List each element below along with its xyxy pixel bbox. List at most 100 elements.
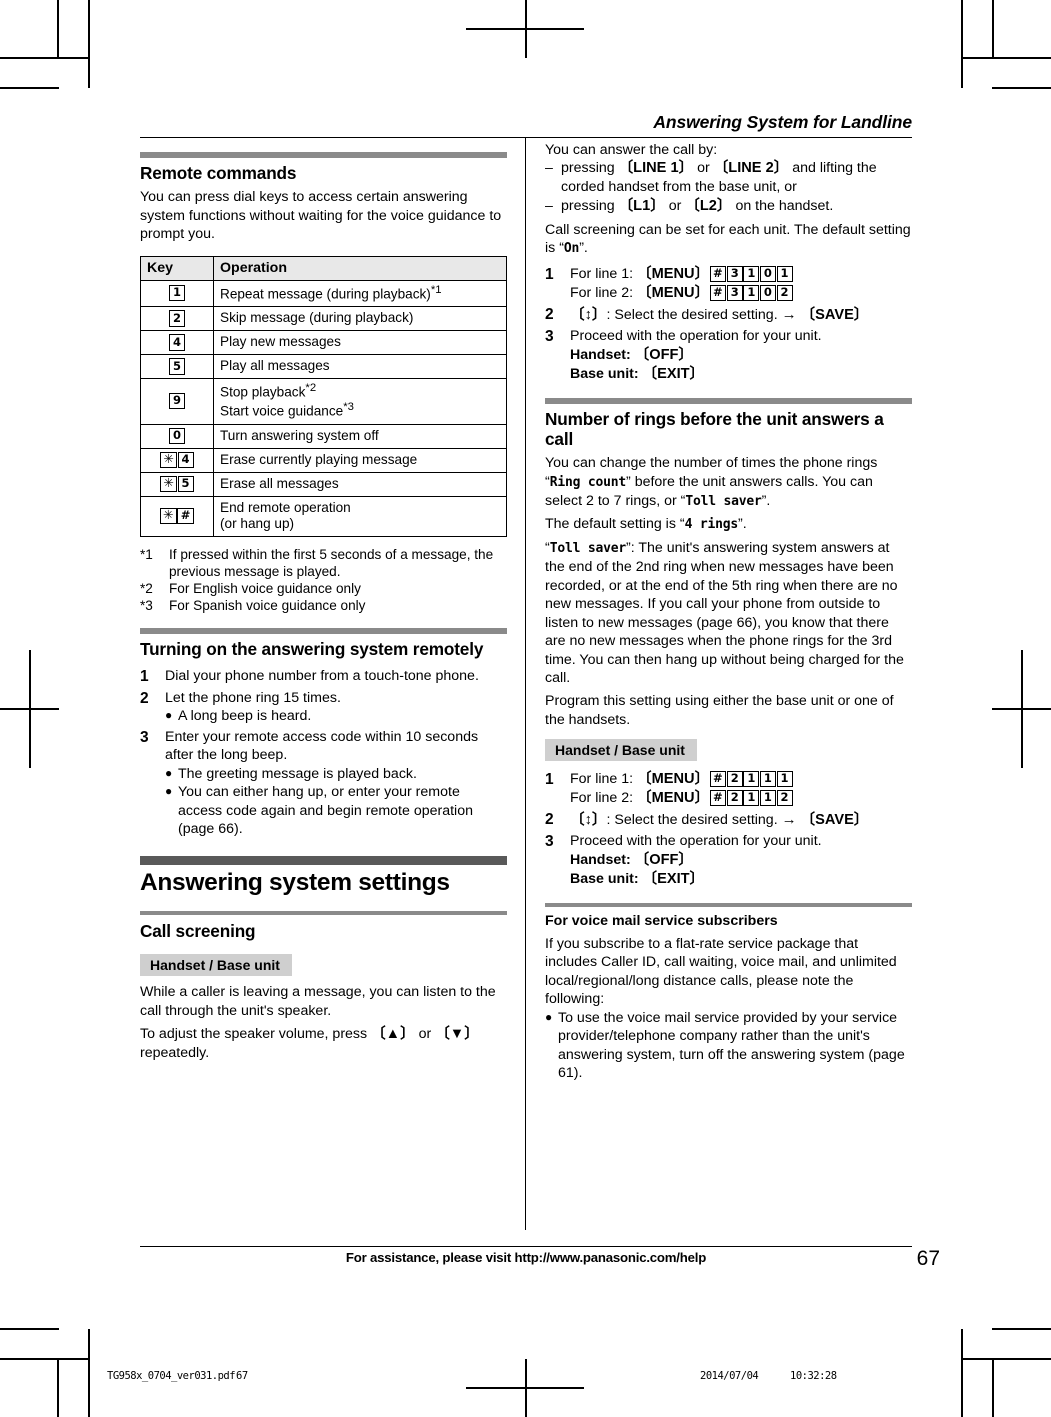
table-cell-operation: Erase currently playing message: [213, 447, 507, 473]
table-cell-key: 4: [140, 330, 214, 356]
keybox-0: 0: [759, 265, 776, 283]
table-row: ✳ # End remote operation (or hang up): [140, 495, 507, 537]
keybox-hash: #: [177, 507, 194, 525]
navigator-key-label: 〔↕〕: [570, 812, 607, 829]
bullet-text: The greeting message is played back.: [178, 765, 417, 782]
keybox-5: 5: [177, 475, 194, 493]
table-cell-key: 2: [140, 306, 214, 332]
table-header-row: Key Operation: [140, 255, 507, 281]
table-row: 1 Repeat message (during playback)*1: [140, 279, 507, 308]
turning-on-remotely-steps: 1 Dial your phone number from a touch-ton…: [140, 667, 507, 839]
table-row: ✳ 5 Erase all messages: [140, 471, 507, 497]
toll-saver-description: : The unit's answering system answers at…: [545, 540, 904, 686]
step-number: 2: [545, 306, 554, 324]
keybox-4: 4: [169, 334, 185, 351]
keybox-9: 9: [169, 392, 185, 410]
keybox-2: 2: [776, 284, 793, 302]
toll-saver-value: Toll saver: [685, 493, 762, 509]
table-cell-operation: End remote operation (or hang up): [213, 495, 507, 537]
footnote-mark: *1: [140, 546, 153, 562]
footnote-text: For English voice guidance only: [169, 581, 361, 597]
keybox-2: 2: [726, 789, 743, 807]
crop-mark-top-left-h2: [0, 87, 59, 89]
keybox-1: 1: [743, 789, 760, 807]
left-column: Remote commands You can press dial keys …: [140, 138, 525, 1230]
keybox-0: 0: [169, 427, 185, 445]
heading-voice-mail: For voice mail service subscribers: [545, 912, 778, 929]
footnote-list: *1 If pressed within the first 5 seconds …: [140, 546, 507, 615]
bullet-dot-icon: ●: [165, 765, 173, 780]
navigator-key-label: 〔↕〕: [570, 307, 607, 324]
two-column-layout: Remote commands You can press dial keys …: [140, 138, 912, 1230]
keybox-1: 1: [743, 265, 760, 283]
keybox-5: 5: [169, 358, 185, 375]
crop-mark-bottom-left-h: [0, 1358, 90, 1360]
column-header-key: Key: [140, 255, 214, 281]
numbered-step: 1 For line 1: 〔MENU〕 #3 1 0 1 For line 2: 〔MEN…: [545, 265, 912, 303]
step-number: 2: [140, 689, 149, 707]
crop-mark-bottom-right-h2: [992, 1328, 1051, 1330]
keybox-star: ✳: [160, 475, 177, 492]
keybox-1: 1: [759, 770, 776, 788]
crop-mark-bottom-right-v: [992, 1359, 994, 1417]
call-screening-para2-mid: or: [414, 1026, 436, 1043]
device-key-label: 〔LINE 2〕: [713, 160, 789, 177]
crop-mark-top-right-h2: [992, 87, 1051, 89]
off-key-label: 〔OFF〕: [634, 346, 694, 363]
unit-tag-ring-count: Handset / Base unit: [545, 739, 697, 762]
footnote-mark: *3: [140, 598, 153, 614]
ring-count-p2a: The default setting is: [545, 516, 680, 533]
heading-remote-commands: Remote commands: [140, 163, 297, 183]
right-column: You can answer the call by: – pressing 〔L…: [525, 138, 912, 1230]
section-bar-turning-on-remotely: [140, 628, 507, 635]
device-key-label: 〔L2〕: [685, 197, 732, 214]
keybox-hash: #: [709, 770, 727, 788]
step-bullet: ● You can either hang up, or enter your r…: [165, 783, 507, 838]
keybox-4: 4: [177, 451, 194, 469]
ring-count-p1a: You can change the number of times the p…: [545, 455, 878, 472]
bullet-dot-icon: ●: [165, 784, 173, 799]
volume-down-key: 〔▼〕: [435, 1026, 479, 1043]
numbered-step: 3 Proceed with the operation for your uni…: [545, 832, 912, 888]
page-content: Answering System for Landline Remote com…: [140, 112, 912, 1302]
dash-list-item: – pressing 〔LINE 1〕 or 〔LINE 2〕 and lifti…: [545, 159, 912, 196]
table-cell-key: ✳ #: [140, 495, 214, 537]
step-text: For line 1: 〔MENU〕 #2 1 1 1 For line 2: 〔MENU…: [570, 770, 912, 808]
default-para-pre: Call screening can be set for each unit.…: [545, 221, 911, 257]
crop-mark-bottom-left-h2: [0, 1328, 59, 1330]
footer-row: For assistance, please visit http://www.…: [140, 1247, 940, 1270]
page-footer: For assistance, please visit http://www.…: [140, 1246, 940, 1270]
numbered-step: 1 Dial your phone number from a touch-ton…: [140, 667, 507, 687]
footnote-mark: *2: [140, 581, 153, 597]
answer-call-dash-list: – pressing 〔LINE 1〕 or 〔LINE 2〕 and lifti…: [545, 159, 912, 215]
ring-count-para-3: “Toll saver”: The unit's answering syste…: [545, 540, 904, 686]
bullet-text: You can either hang up, or enter your re…: [178, 784, 473, 838]
handset-instruction-label: Handset: 〔OFF〕: [570, 346, 694, 363]
menu-key-label: 〔MENU〕: [637, 266, 710, 283]
keybox-star: ✳: [160, 451, 177, 468]
step-text: For line 1: 〔MENU〕 #3 1 0 1 For line 2: 〔MENU…: [570, 265, 912, 303]
step-number: 2: [545, 811, 554, 829]
crop-mark-bottom-right-h: [961, 1358, 1051, 1360]
exit-key-label: 〔EXIT〕: [642, 365, 705, 382]
numbered-step: 1 For line 1: 〔MENU〕 #2 1 1 1 For line 2: 〔MEN…: [545, 770, 912, 808]
answer-call-intro: You can answer the call by:: [545, 142, 718, 158]
keybox-0: 0: [759, 284, 776, 302]
keybox-hash: #: [709, 265, 727, 283]
arrow-right-icon: →: [781, 811, 797, 829]
step-number: 3: [545, 328, 554, 346]
numbered-step: 3 Enter your remote access code within 10…: [140, 728, 507, 839]
keybox-1: 1: [743, 770, 760, 788]
footnote-item: *1 If pressed within the first 5 seconds …: [140, 546, 507, 580]
heading-ring-count: Number of rings before the unit answers …: [545, 408, 884, 449]
crop-mark-bottom-right-v2: [961, 1329, 963, 1417]
section-bar-call-screening: [140, 910, 507, 915]
page-number: 67: [916, 1247, 940, 1270]
crop-mark-top-left-v: [57, 0, 59, 58]
column-header-operation: Operation: [213, 255, 507, 281]
call-screening-para-1: While a caller is leaving a message, you…: [140, 984, 496, 1019]
call-screening-default-para: Call screening can be set for each unit.…: [545, 221, 911, 257]
bullet-dot-icon: ●: [165, 708, 173, 723]
crop-mark-top-left-h: [0, 57, 90, 59]
section-bar-remote-commands: [140, 152, 507, 158]
